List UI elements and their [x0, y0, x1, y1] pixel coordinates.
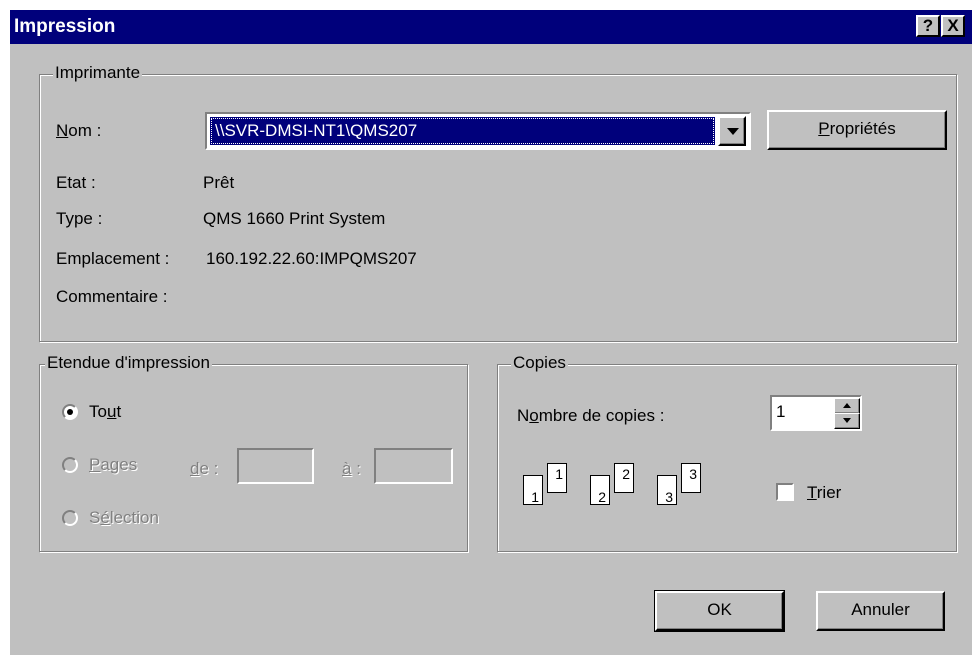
print-dialog: Impression ? X Imprimante Nom : \\SVR-DM… — [10, 10, 972, 655]
status-value: Prêt — [203, 173, 235, 192]
location-value: 160.192.22.60:IMPQMS207 — [206, 249, 417, 268]
cancel-button[interactable]: Annuler — [816, 591, 945, 631]
spin-down-button[interactable] — [834, 413, 860, 429]
copies-group-label: Copies — [511, 353, 568, 373]
comment-label: Commentaire : — [56, 287, 168, 306]
properties-button[interactable]: Propriétés — [767, 110, 947, 150]
printer-dropdown-button[interactable] — [718, 116, 746, 146]
printer-name-label: Nom : — [56, 121, 102, 140]
printer-name-combobox[interactable]: \\SVR-DMSI-NT1\QMS207 — [205, 112, 751, 150]
collate-page-back: 3 — [681, 463, 701, 493]
collate-page-front: 2 — [590, 475, 610, 505]
collate-checkbox[interactable] — [776, 483, 794, 501]
help-button[interactable]: ? — [916, 15, 940, 37]
printer-name-value: \\SVR-DMSI-NT1\QMS207 — [215, 121, 418, 140]
status-label: Etat : — [56, 173, 96, 192]
radio-pages-label: Pages — [89, 455, 138, 474]
copies-group — [497, 364, 957, 552]
window-title: Impression — [14, 16, 116, 37]
to-input[interactable] — [374, 448, 453, 484]
to-label: à : — [342, 459, 361, 478]
radio-pages[interactable] — [62, 457, 78, 473]
collate-page-back: 2 — [614, 463, 634, 493]
spin-up-button[interactable] — [834, 398, 860, 414]
chevron-down-icon — [727, 128, 739, 135]
copies-count-value[interactable]: 1 — [776, 402, 785, 422]
copies-count-label: Nombre de copies : — [517, 406, 665, 425]
location-label: Emplacement : — [56, 249, 170, 268]
collate-label: Trier — [807, 483, 842, 502]
title-bar: Impression ? X — [10, 10, 972, 44]
collate-page-front: 3 — [657, 475, 677, 505]
printer-name-selection: \\SVR-DMSI-NT1\QMS207 — [210, 117, 715, 145]
collate-page-front: 1 — [523, 475, 543, 505]
properties-label-rest: ropriétés — [829, 119, 896, 138]
radio-all-label: Tout — [89, 402, 122, 421]
close-button[interactable]: X — [941, 15, 965, 37]
type-value: QMS 1660 Print System — [203, 209, 386, 228]
chevron-down-icon — [843, 418, 851, 423]
ok-button[interactable]: OK — [654, 590, 785, 632]
radio-dot — [67, 409, 73, 415]
radio-selection-label: Sélection — [89, 508, 159, 527]
from-input[interactable] — [237, 448, 314, 484]
collate-page-back: 1 — [547, 463, 567, 493]
type-label: Type : — [56, 209, 103, 228]
from-label: de : — [190, 459, 219, 478]
radio-all[interactable] — [62, 404, 78, 420]
copies-spinner[interactable]: 1 — [770, 395, 862, 431]
chevron-up-icon — [843, 403, 851, 408]
printer-group-label: Imprimante — [53, 63, 143, 83]
radio-selection[interactable] — [62, 510, 78, 526]
print-range-label: Etendue d'impression — [45, 353, 212, 373]
